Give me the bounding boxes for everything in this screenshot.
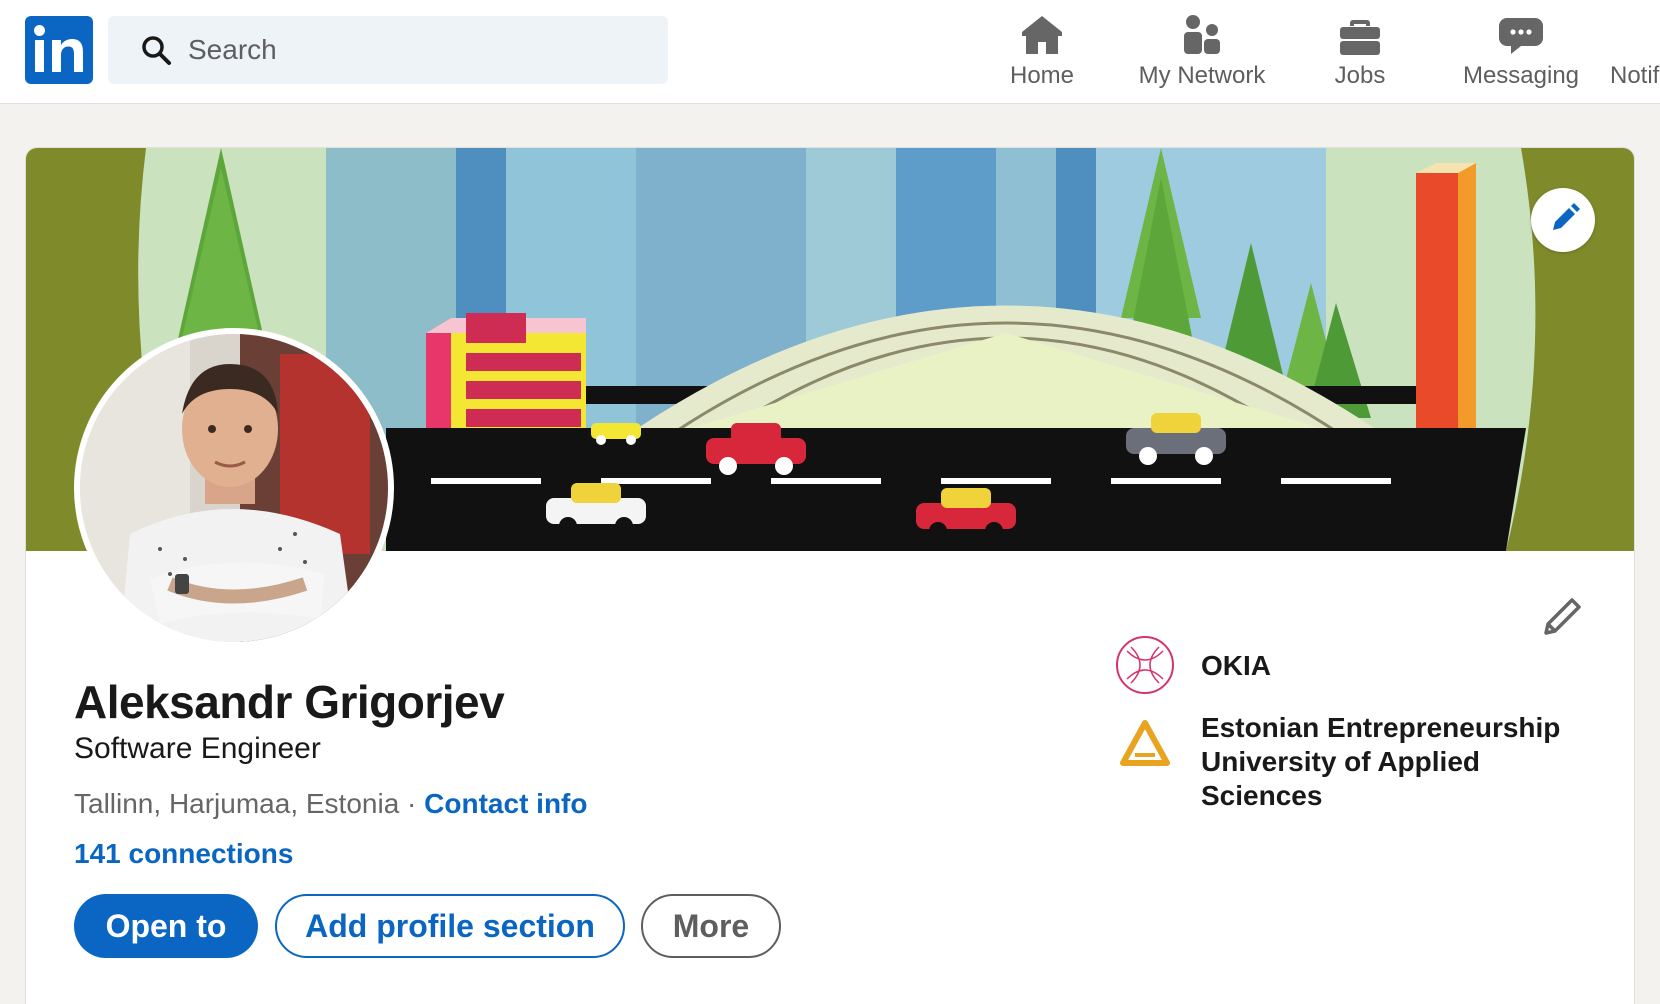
nav-my-network[interactable]: My Network (1128, 12, 1276, 92)
okia-logo (1116, 636, 1174, 694)
pencil-icon (1553, 203, 1580, 230)
search-icon (142, 36, 171, 65)
nav-jobs[interactable]: Jobs (1320, 12, 1400, 92)
profile-photo-image (80, 334, 388, 642)
nav-home[interactable]: Home (1002, 12, 1082, 92)
home-icon (1022, 16, 1062, 54)
nav-jobs-label: Jobs (1334, 62, 1386, 89)
people-icon (1184, 15, 1220, 54)
edit-banner-button[interactable] (1531, 188, 1595, 252)
nav-messaging[interactable]: Messaging (1458, 12, 1584, 92)
nav-my-network-label: My Network (1138, 62, 1266, 89)
search-input[interactable] (188, 16, 648, 84)
profile-card: Aleksandr Grigorjev Software Engineer Ta… (25, 147, 1635, 1004)
profile-name: Aleksandr Grigorjev (74, 676, 505, 728)
edit-intro-button[interactable] (1536, 591, 1588, 643)
university-logo (1120, 720, 1170, 766)
top-navigation-bar: Home My Network Jobs Messaging N (0, 0, 1660, 104)
chat-icon (1499, 18, 1543, 54)
connections-link[interactable]: 141 connections (74, 838, 293, 870)
contact-info-link[interactable]: Contact info (424, 788, 587, 819)
nav-notifications-label: Notifi (1610, 62, 1660, 89)
add-profile-section-button[interactable]: Add profile section (275, 894, 625, 958)
location-row: Tallinn, Harjumaa, Estonia · Contact inf… (74, 788, 587, 820)
more-button[interactable]: More (641, 894, 781, 958)
linkedin-logo-icon[interactable] (25, 16, 93, 84)
separator-dot: · (399, 788, 425, 819)
open-to-button[interactable]: Open to (74, 894, 258, 958)
nav-notifications[interactable]: Notifi (1610, 12, 1660, 92)
org-name: Estonian Entrepreneurship University of … (1201, 712, 1561, 811)
bell-icon (1611, 12, 1659, 58)
pencil-icon (1544, 598, 1581, 635)
briefcase-icon (1340, 20, 1380, 55)
nav-messaging-label: Messaging (1462, 62, 1580, 89)
profile-headline: Software Engineer (74, 732, 321, 765)
nav-home-label: Home (1009, 62, 1075, 89)
profile-location: Tallinn, Harjumaa, Estonia (74, 788, 400, 819)
search-box[interactable] (108, 16, 668, 84)
profile-photo[interactable] (74, 328, 394, 648)
org-name: OKIA (1201, 650, 1271, 681)
